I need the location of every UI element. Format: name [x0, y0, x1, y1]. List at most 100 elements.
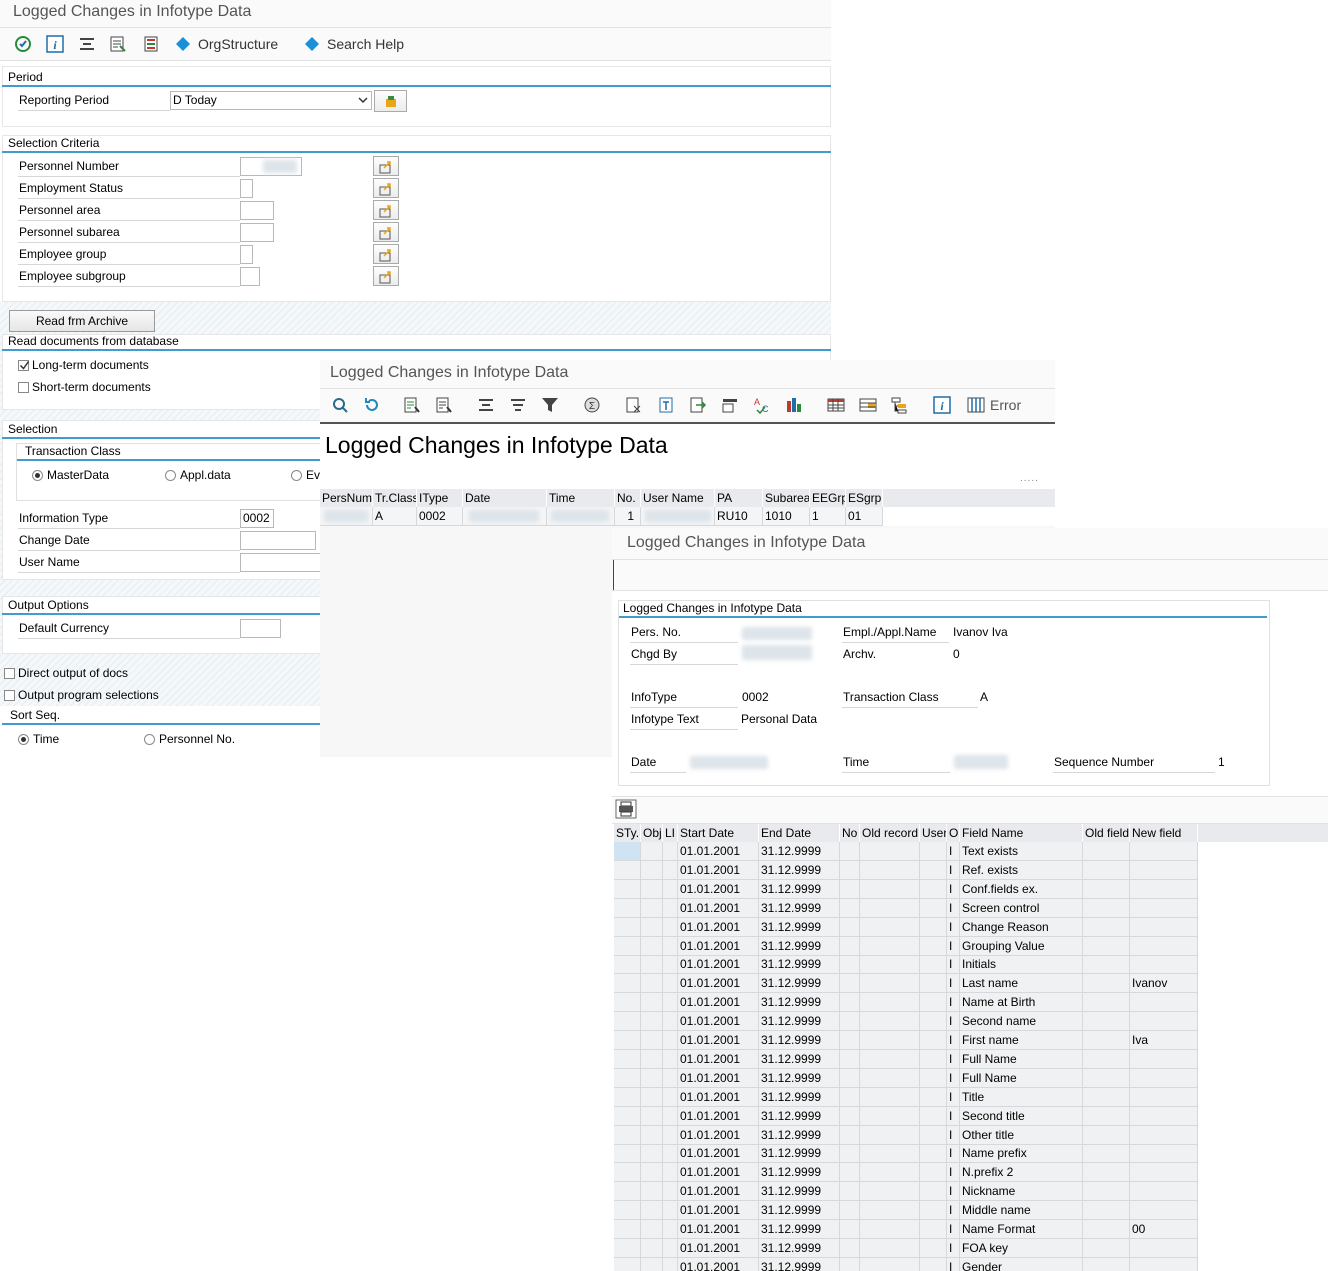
cell-user[interactable] — [920, 1068, 947, 1088]
cell-o[interactable]: I — [947, 1163, 960, 1183]
cell-old-record[interactable] — [860, 842, 920, 861]
cell-start-date[interactable]: 01.01.2001 — [678, 936, 759, 956]
info-icon[interactable]: i — [45, 34, 65, 54]
cell-li[interactable] — [663, 1106, 678, 1126]
cell-new-field[interactable] — [1130, 993, 1198, 1013]
cell-o[interactable]: I — [947, 1144, 960, 1164]
cell-old-record[interactable] — [860, 993, 920, 1013]
cell-o[interactable]: I — [947, 860, 960, 880]
cell-user[interactable] — [920, 1049, 947, 1069]
cell-sty[interactable] — [614, 1068, 641, 1088]
error-log-icon[interactable] — [966, 395, 986, 415]
cell-user[interactable] — [920, 1201, 947, 1221]
save-list-icon[interactable] — [434, 395, 454, 415]
cell-start-date[interactable]: 01.01.2001 — [678, 1201, 759, 1221]
list-icon[interactable] — [141, 34, 161, 54]
cell-li[interactable] — [663, 1087, 678, 1107]
cell-end-date[interactable]: 31.12.9999 — [759, 1201, 840, 1221]
table-row[interactable]: 01.01.2001 31.12.9999 I Gender — [614, 1257, 1198, 1271]
cell-persnum[interactable] — [320, 507, 373, 526]
table-row[interactable]: 01.01.2001 31.12.9999 I Text exists — [614, 842, 1198, 861]
table-row[interactable]: 01.01.2001 31.12.9999 I Other title — [614, 1125, 1198, 1145]
cell-start-date[interactable]: 01.01.2001 — [678, 1106, 759, 1126]
table-row[interactable]: 01.01.2001 31.12.9999 I Ref. exists — [614, 860, 1198, 880]
cell-end-date[interactable]: 31.12.9999 — [759, 1144, 840, 1164]
cell-new-field[interactable] — [1130, 936, 1198, 956]
cell-end-date[interactable]: 31.12.9999 — [759, 1125, 840, 1145]
choose-icon[interactable] — [402, 395, 422, 415]
cell-no[interactable] — [840, 1182, 860, 1202]
cell-obj[interactable] — [641, 898, 663, 918]
ev-radio[interactable] — [291, 470, 302, 481]
cell-start-date[interactable]: 01.01.2001 — [678, 1257, 759, 1271]
cell-new-field[interactable] — [1130, 1144, 1198, 1164]
cell-start-date[interactable]: 01.01.2001 — [678, 1031, 759, 1050]
cell-li[interactable] — [663, 879, 678, 899]
cell-no[interactable] — [840, 1144, 860, 1164]
cell-no[interactable] — [840, 1087, 860, 1107]
cell-obj[interactable] — [641, 1220, 663, 1239]
cell-new-field[interactable]: Ivanov — [1130, 974, 1198, 994]
multiple-selection-button-employee-subgroup[interactable] — [373, 266, 399, 286]
employee-subgroup-input[interactable] — [240, 267, 260, 286]
cell-sty[interactable] — [614, 1087, 641, 1107]
cell-sty[interactable] — [614, 1220, 641, 1239]
cell-end-date[interactable]: 31.12.9999 — [759, 898, 840, 918]
cell-new-field[interactable] — [1130, 1201, 1198, 1221]
cell-obj[interactable] — [641, 1106, 663, 1126]
cell-sty[interactable] — [614, 1257, 641, 1271]
cell-o[interactable]: I — [947, 974, 960, 994]
cell-o[interactable]: I — [947, 1201, 960, 1221]
cell-field-name[interactable]: Name prefix — [960, 1144, 1083, 1164]
cell-no[interactable] — [840, 1049, 860, 1069]
cell-field-name[interactable]: N.prefix 2 — [960, 1163, 1083, 1183]
cell-esgrp[interactable]: 01 — [846, 507, 883, 526]
cell-old-field[interactable] — [1083, 860, 1130, 880]
cell-o[interactable]: I — [947, 1106, 960, 1126]
cell-li[interactable] — [663, 1163, 678, 1183]
cell-sty[interactable] — [614, 860, 641, 880]
cell-end-date[interactable]: 31.12.9999 — [759, 1257, 840, 1271]
cell-sty[interactable] — [614, 917, 641, 937]
long-term-documents-checkbox[interactable] — [18, 360, 30, 371]
hierarchy-icon[interactable] — [890, 395, 910, 415]
cell-no[interactable] — [840, 1163, 860, 1183]
cell-user[interactable] — [920, 1106, 947, 1126]
cell-new-field[interactable] — [1130, 1163, 1198, 1183]
cell-sty[interactable] — [614, 1049, 641, 1069]
cell-old-record[interactable] — [860, 1182, 920, 1202]
direct-output-checkbox[interactable] — [4, 668, 15, 679]
cell-sty[interactable] — [614, 974, 641, 994]
cell-no[interactable] — [840, 974, 860, 994]
change-date-input[interactable] — [240, 531, 316, 550]
table-row[interactable]: 01.01.2001 31.12.9999 I Second name — [614, 1012, 1198, 1032]
print-preview-icon[interactable] — [624, 395, 644, 415]
cell-user[interactable] — [920, 993, 947, 1013]
cell-start-date[interactable]: 01.01.2001 — [678, 860, 759, 880]
cell-no[interactable] — [840, 879, 860, 899]
layout-icon[interactable] — [720, 395, 740, 415]
table-row[interactable]: 01.01.2001 31.12.9999 I Last name Ivanov — [614, 974, 1198, 994]
cell-user[interactable] — [920, 974, 947, 994]
cell-old-record[interactable] — [860, 1049, 920, 1069]
cell-o[interactable]: I — [947, 898, 960, 918]
cell-itype[interactable]: 0002 — [417, 507, 463, 526]
cell-start-date[interactable]: 01.01.2001 — [678, 842, 759, 861]
col-header-end-date[interactable]: End Date — [759, 824, 840, 842]
graphic-icon[interactable] — [784, 395, 804, 415]
cell-li[interactable] — [663, 917, 678, 937]
col-header-field-name[interactable]: Field Name — [960, 824, 1083, 842]
list-data-row[interactable]: A 0002 1 RU10 1010 1 01 — [320, 507, 883, 526]
cell-new-field[interactable] — [1130, 1106, 1198, 1126]
cell-no[interactable] — [840, 936, 860, 956]
refresh-icon[interactable] — [362, 395, 382, 415]
cell-new-field[interactable] — [1130, 1012, 1198, 1032]
col-header-no[interactable]: No. — [615, 489, 641, 507]
cell-user[interactable] — [920, 1087, 947, 1107]
cell-new-field[interactable] — [1130, 842, 1198, 861]
col-header-esgrp[interactable]: ESgrp — [846, 489, 883, 507]
cell-user[interactable] — [920, 936, 947, 956]
cell-user[interactable] — [920, 1012, 947, 1032]
multiple-selection-button-employee-group[interactable] — [373, 244, 399, 264]
cell-obj[interactable] — [641, 1012, 663, 1032]
